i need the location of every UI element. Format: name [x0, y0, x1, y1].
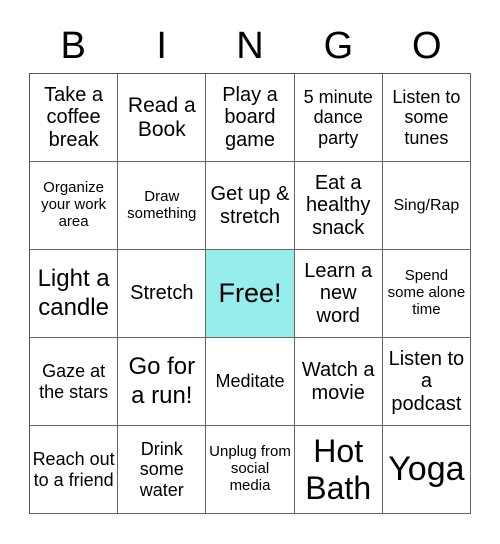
bingo-cell[interactable]: Watch a movie — [294, 338, 383, 426]
bingo-cell[interactable]: Drink some water — [118, 426, 207, 514]
bingo-cell[interactable]: Read a Book — [118, 74, 207, 162]
bingo-cell-label: Spend some alone time — [387, 267, 466, 318]
bingo-cell-label: Listen to some tunes — [392, 87, 461, 148]
header-letter-b: B — [60, 25, 86, 67]
bingo-cell[interactable]: Get up & stretch — [206, 162, 295, 250]
bingo-cell-label: Go for a run! — [128, 352, 196, 409]
bingo-cell-label: Read a Book — [127, 93, 196, 141]
bingo-cell-label: 5 minute dance party — [303, 87, 373, 148]
bingo-cell[interactable]: Hot Bath — [294, 426, 383, 514]
bingo-cell-label: Watch a movie — [301, 359, 375, 404]
bingo-cell[interactable]: Reach out to a friend — [30, 426, 119, 514]
bingo-cell-label: Hot Bath — [305, 432, 372, 506]
header-letter-n: N — [236, 25, 264, 67]
bingo-cell-label: Listen to a podcast — [388, 347, 465, 415]
bingo-cell[interactable]: Sing/Rap — [382, 162, 471, 250]
bingo-cell[interactable]: Stretch — [118, 250, 207, 338]
bingo-cell-label: Eat a healthy snack — [305, 171, 371, 239]
bingo-cell[interactable]: Take a coffee break — [30, 74, 119, 162]
bingo-cell-label: Take a coffee break — [44, 83, 104, 151]
bingo-cell[interactable]: Gaze at the stars — [30, 338, 119, 426]
bingo-cell[interactable]: Listen to a podcast — [382, 338, 471, 426]
bingo-cell-label: Reach out to a friend — [32, 449, 115, 490]
bingo-cell[interactable]: Organize your work area — [30, 162, 119, 250]
bingo-cell[interactable]: 5 minute dance party — [294, 74, 383, 162]
bingo-cell-label: Learn a new word — [304, 259, 373, 327]
bingo-cell[interactable]: Light a candle — [30, 250, 119, 338]
bingo-cell-label: Organize your work area — [41, 179, 107, 230]
header-letter-o: O — [412, 25, 442, 67]
bingo-cell-label: Light a candle — [37, 264, 110, 321]
bingo-cell[interactable]: Eat a healthy snack — [294, 162, 383, 250]
bingo-cell-label: Free! — [218, 278, 282, 309]
header-letter-g: G — [323, 25, 354, 67]
header-letter-i: I — [156, 25, 167, 67]
bingo-cell-label: Stretch — [130, 282, 194, 305]
bingo-cell-free[interactable]: Free! — [206, 250, 295, 338]
bingo-cell[interactable]: Yoga — [382, 426, 471, 514]
bingo-cell-label: Meditate — [215, 371, 285, 392]
bingo-cell[interactable]: Go for a run! — [118, 338, 207, 426]
bingo-cell[interactable]: Spend some alone time — [382, 250, 471, 338]
bingo-cell-label: Drink some water — [139, 439, 184, 500]
bingo-cell[interactable]: Meditate — [206, 338, 295, 426]
bingo-header: B I N G O — [29, 20, 471, 72]
bingo-cell-label: Yoga — [388, 450, 465, 489]
bingo-cell[interactable]: Draw something — [118, 162, 207, 250]
bingo-cell-label: Sing/Rap — [393, 196, 460, 214]
bingo-cell[interactable]: Learn a new word — [294, 250, 383, 338]
bingo-cell-label: Get up & stretch — [210, 183, 290, 228]
bingo-cell-label: Play a board game — [222, 83, 278, 151]
bingo-cell-label: Unplug from social media — [209, 443, 291, 494]
bingo-cell-label: Gaze at the stars — [39, 361, 109, 402]
bingo-cell[interactable]: Unplug from social media — [206, 426, 295, 514]
bingo-cell-label: Draw something — [127, 187, 197, 222]
bingo-cell[interactable]: Listen to some tunes — [382, 74, 471, 162]
bingo-cell[interactable]: Play a board game — [206, 74, 295, 162]
bingo-card: Take a coffee break Read a Book Play a boa… — [29, 73, 471, 514]
